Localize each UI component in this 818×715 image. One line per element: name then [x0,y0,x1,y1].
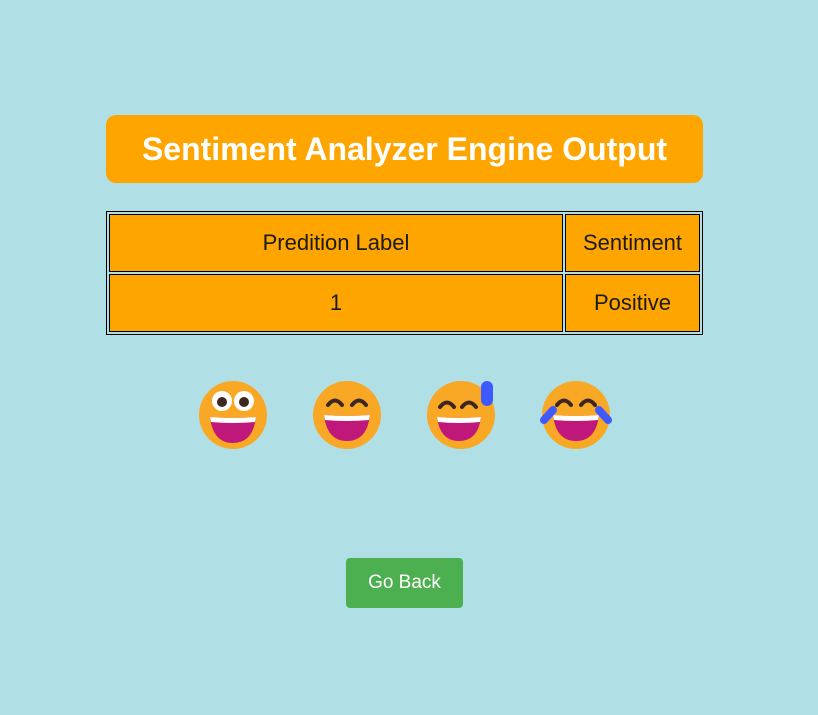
go-back-button[interactable]: Go Back [346,558,463,608]
sentiment-value: Positive [565,274,700,332]
table-row: 1 Positive [109,274,700,332]
emoji-row [0,377,818,453]
column-header-prediction-label: Predition Label [109,214,563,272]
grinning-face-smiling-eyes-icon [313,381,381,449]
page-title: Sentiment Analyzer Engine Output [106,115,703,183]
grinning-face-sweat-icon [427,381,495,449]
grinning-face-big-eyes-icon [199,381,267,449]
face-tears-of-joy-icon [540,381,612,449]
table-header-row: Predition Label Sentiment [109,214,700,272]
results-table: Predition Label Sentiment 1 Positive [106,211,703,335]
column-header-sentiment: Sentiment [565,214,700,272]
prediction-label-value: 1 [109,274,563,332]
